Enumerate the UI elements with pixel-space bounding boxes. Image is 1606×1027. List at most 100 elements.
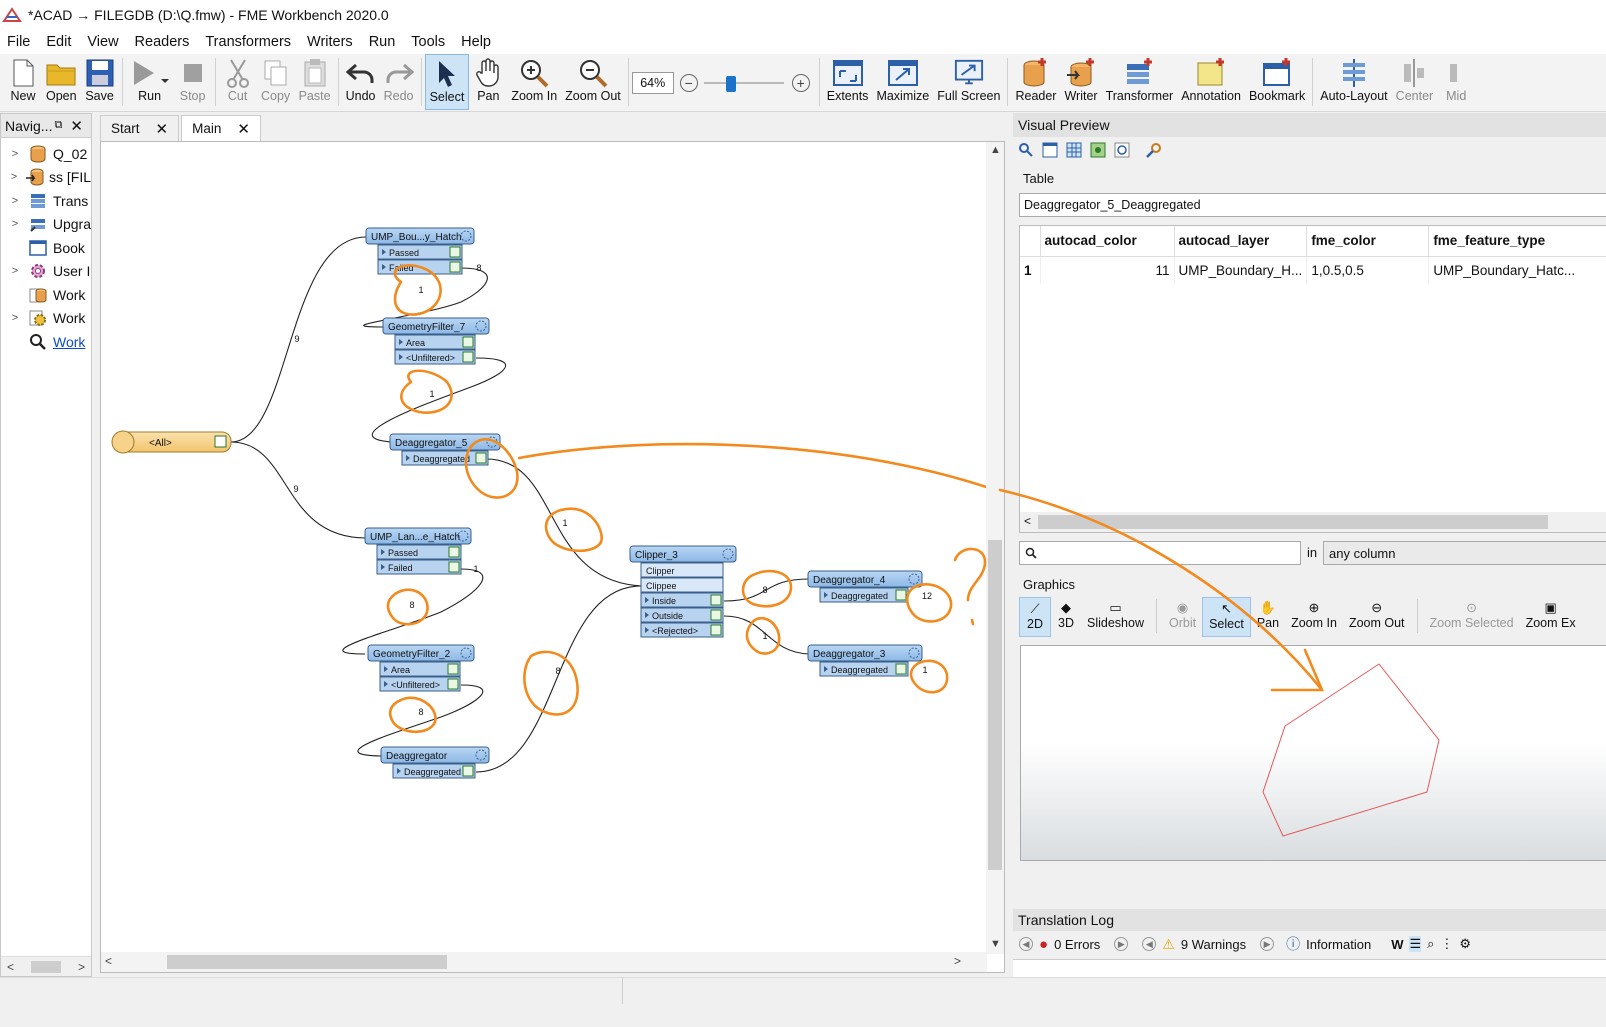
- expand-chevron-icon[interactable]: >: [8, 195, 22, 207]
- auto-layout-button[interactable]: Auto-Layout: [1316, 54, 1391, 110]
- inspect-icon[interactable]: [710, 594, 722, 606]
- inspect-icon[interactable]: [462, 765, 474, 777]
- menu-tools[interactable]: Tools: [403, 34, 453, 50]
- slideshow-button[interactable]: ▭ Slideshow: [1081, 597, 1150, 637]
- list-view-icon[interactable]: ☰: [1409, 936, 1422, 952]
- graphics-zoom-in-button[interactable]: ⊕ Zoom In: [1285, 597, 1343, 637]
- transformer-node-t1[interactable]: UMP_Bou...y_Hatch Passed Failed: [365, 227, 475, 275]
- inspect-icon[interactable]: [895, 589, 907, 601]
- nav-item-bookmarks[interactable]: Book: [1, 236, 91, 260]
- undo-button[interactable]: Undo: [342, 54, 380, 110]
- table-selector[interactable]: Deaggregator_5_Deaggregated: [1019, 193, 1606, 217]
- zoom-selected-button[interactable]: ⊙ Zoom Selected: [1424, 597, 1520, 637]
- transformer-node-d4[interactable]: Deaggregator_4 Deaggregated: [807, 570, 923, 603]
- select-tool-button[interactable]: Select: [424, 54, 470, 110]
- table-cell[interactable]: UMP_Boundary_H...: [1174, 256, 1308, 284]
- menu-transformers[interactable]: Transformers: [197, 34, 299, 50]
- add-bookmark-button[interactable]: Bookmark: [1245, 54, 1309, 110]
- view-2d-button[interactable]: ⟋ 2D: [1019, 597, 1051, 637]
- warnings-count[interactable]: 9 Warnings: [1181, 937, 1246, 952]
- connection-line[interactable]: [475, 585, 642, 773]
- menu-view[interactable]: View: [79, 34, 126, 50]
- view-3d-button[interactable]: ◆ 3D: [1051, 597, 1081, 637]
- table-view-icon[interactable]: [1041, 141, 1059, 159]
- table-row[interactable]: 1 11 UMP_Boundary_H... 1,0.5,0.5 UMP_Bou…: [1020, 256, 1606, 284]
- nav-item-user-parameters[interactable]: > User I: [1, 260, 91, 284]
- nav-item-label[interactable]: Work: [53, 334, 85, 350]
- errors-count[interactable]: 0 Errors: [1054, 937, 1100, 952]
- feature-table[interactable]: autocad_color autocad_layer fme_color fm…: [1019, 225, 1606, 533]
- feature-inspector-icon[interactable]: [1017, 141, 1035, 159]
- reader-feature-type-node[interactable]: <All>: [111, 430, 232, 454]
- expand-chevron-icon[interactable]: >: [8, 312, 22, 324]
- translation-log-text[interactable]: [1013, 959, 1606, 977]
- scroll-left-icon[interactable]: <: [105, 954, 112, 968]
- stop-button[interactable]: Stop: [174, 54, 212, 110]
- undock-icon[interactable]: ⧉: [54, 119, 62, 132]
- menu-help[interactable]: Help: [453, 34, 499, 50]
- column-header[interactable]: fme_color: [1306, 226, 1430, 257]
- inspect-icon[interactable]: [710, 609, 722, 621]
- table-cell[interactable]: 1,0.5,0.5: [1306, 256, 1430, 284]
- tab-close-icon[interactable]: ✕: [156, 120, 169, 138]
- graphics-select-button[interactable]: ↖ Select: [1202, 597, 1251, 637]
- previous-warning-icon[interactable]: ◀: [1142, 937, 1157, 951]
- expand-chevron-icon[interactable]: >: [8, 265, 22, 277]
- inspect-icon[interactable]: [462, 351, 474, 363]
- nav-item-transformers[interactable]: > Trans: [1, 189, 91, 213]
- log-settings-gear-icon[interactable]: ⚙: [1459, 936, 1471, 952]
- zoom-out-button[interactable]: Zoom Out: [561, 54, 625, 110]
- paste-button[interactable]: Paste: [295, 54, 335, 110]
- full-screen-button[interactable]: Full Screen: [933, 54, 1004, 110]
- new-button[interactable]: New: [4, 54, 42, 110]
- find-icon[interactable]: ⌕: [1427, 936, 1434, 952]
- search-column-select[interactable]: any column: [1323, 541, 1606, 565]
- expand-chevron-icon[interactable]: >: [8, 171, 20, 183]
- inspect-icon[interactable]: [448, 546, 460, 558]
- add-reader-button[interactable]: Reader: [1011, 54, 1060, 110]
- cut-button[interactable]: Cut: [219, 54, 257, 110]
- add-annotation-button[interactable]: Annotation: [1177, 54, 1245, 110]
- previous-error-icon[interactable]: ◀: [1019, 937, 1033, 951]
- grid-view-icon[interactable]: [1065, 141, 1083, 159]
- tab-start[interactable]: Start ✕: [100, 115, 180, 141]
- scroll-up-icon[interactable]: ▲: [990, 144, 1001, 156]
- connection-line[interactable]: [371, 357, 507, 443]
- filter-icon[interactable]: ⋮: [1440, 936, 1453, 952]
- polygon-feature[interactable]: [1262, 663, 1440, 837]
- graphics-view[interactable]: [1020, 645, 1606, 861]
- inspect-icon[interactable]: [895, 663, 907, 675]
- scroll-left-icon[interactable]: <: [7, 960, 14, 974]
- nav-item-writer[interactable]: > ss [FIL: [1, 166, 91, 190]
- pan-tool-button[interactable]: Pan: [469, 54, 507, 110]
- settings-wrench-icon[interactable]: [1145, 141, 1163, 159]
- scroll-left-icon[interactable]: <: [1024, 514, 1031, 528]
- connection-line[interactable]: [342, 568, 484, 655]
- word-wrap-icon[interactable]: W: [1391, 937, 1403, 952]
- canvas-vscrollbar[interactable]: ▲ ▼: [986, 142, 1004, 954]
- transformer-node-gf7[interactable]: GeometryFilter_7 Area <Unfiltered>: [382, 317, 490, 365]
- connection-line[interactable]: [357, 684, 484, 757]
- orbit-button[interactable]: ◉ Orbit: [1163, 597, 1202, 637]
- expand-chevron-icon[interactable]: >: [8, 218, 22, 230]
- navigator-scroll-thumb[interactable]: [31, 960, 61, 973]
- scroll-down-icon[interactable]: ▼: [990, 938, 1001, 950]
- add-transformer-button[interactable]: Transformer: [1102, 54, 1178, 110]
- redo-button[interactable]: Redo: [380, 54, 418, 110]
- column-header[interactable]: fme_feature_type: [1428, 226, 1606, 257]
- save-button[interactable]: Save: [81, 54, 119, 110]
- table-hscroll-thumb[interactable]: [1038, 515, 1548, 529]
- zoom-decrease-icon[interactable]: −: [679, 74, 698, 92]
- inspect-icon[interactable]: [710, 624, 722, 636]
- open-button[interactable]: Open: [42, 54, 81, 110]
- table-cell[interactable]: 11: [1040, 256, 1175, 284]
- column-header[interactable]: autocad_color: [1040, 226, 1175, 257]
- zoom-increase-icon[interactable]: +: [791, 74, 810, 92]
- inspect-icon[interactable]: [462, 336, 474, 348]
- copy-button[interactable]: Copy: [257, 54, 295, 110]
- zoom-slider[interactable]: [703, 76, 784, 92]
- next-error-icon[interactable]: ▶: [1114, 937, 1129, 951]
- inspect-icon[interactable]: [449, 246, 461, 258]
- nav-item-workspace-parameters[interactable]: > Work: [1, 307, 91, 331]
- inspect-icon[interactable]: [214, 435, 227, 448]
